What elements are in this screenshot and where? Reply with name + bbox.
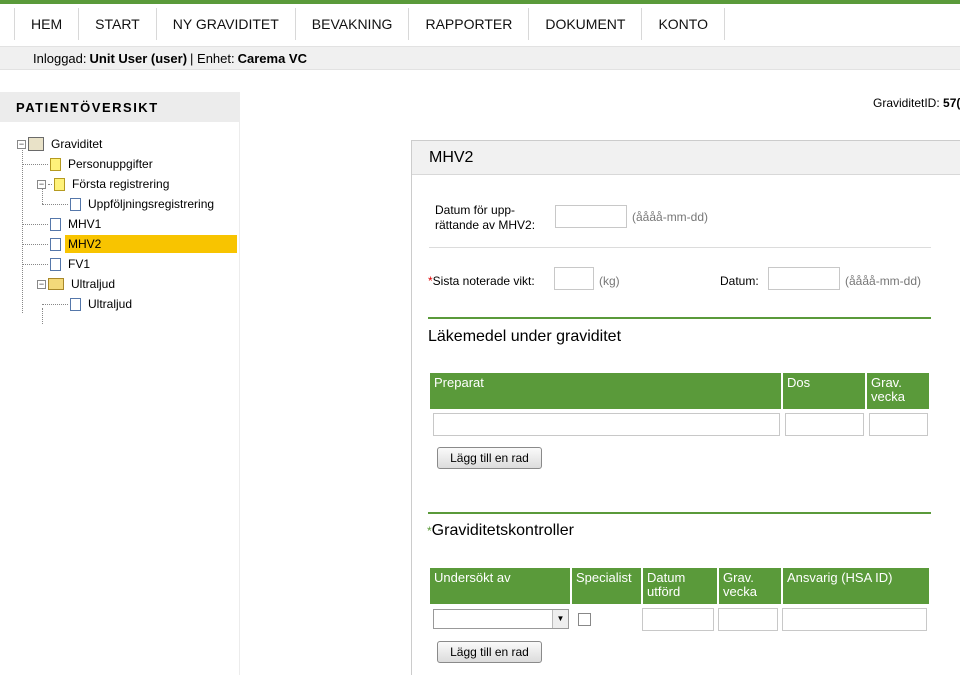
nav-item-konto[interactable]: KONTO [642,8,725,40]
grav-vecka-input[interactable] [869,413,928,436]
kontroller-title: *Graviditetskontroller [427,522,574,540]
datum-utford-input[interactable] [642,608,714,631]
document-icon [50,157,61,171]
document-icon [54,177,65,191]
col-specialist: Specialist [572,568,641,604]
tree-connector [42,303,68,305]
tree-item-graviditet[interactable]: − Graviditet [17,134,105,154]
top-navigation-bar: HEM START NY GRAVIDITET BEVAKNING RAPPOR… [0,0,960,40]
datum-label-line-1: Datum för upp- [435,203,516,217]
login-prefix: Inloggad: [33,50,87,66]
col-preparat: Preparat [430,373,781,409]
tree-connector [22,263,48,265]
preparat-input[interactable] [433,413,780,436]
vikt-label-text: Sista noterade vikt: [432,274,535,288]
datum-format-hint: (åååå-mm-dd) [632,210,709,224]
datum-label: Datum: [720,274,759,288]
add-row-button[interactable]: Lägg till en rad [437,447,542,469]
tree-label: Personuppgifter [68,157,153,171]
undersokt-av-select[interactable]: ▼ [433,609,569,629]
collapse-icon[interactable]: − [37,279,46,289]
tree-item-personuppgifter[interactable]: Personuppgifter [22,154,156,174]
tree-item-uppfoljningsregistrering[interactable]: Uppföljningsregistrering [42,194,217,214]
folder-icon [48,278,64,290]
kontroll-grav-vecka-input[interactable] [718,608,778,631]
tree-label: FV1 [68,257,91,271]
login-info-bar: Inloggad: Unit User (user) | Enhet: Care… [0,46,960,70]
tree-label: MHV2 [65,235,237,253]
divider [429,247,931,248]
tree-connector [22,223,48,225]
datum-upprattande-label: Datum för upp- rättande av MHV2: [435,203,535,233]
patient-tree: − Graviditet Personuppgifter − Första re… [0,122,240,675]
col-ansvarig: Ansvarig (HSA ID) [783,568,929,604]
nav-item-bevakning[interactable]: BEVAKNING [296,8,410,40]
tree-item-mhv2[interactable]: MHV2 [22,234,237,254]
collapse-icon[interactable]: − [37,179,46,189]
kontroller-title-text: Graviditetskontroller [431,522,574,539]
mhv2-form-panel: MHV2 Datum för upp- rättande av MHV2: (å… [411,140,960,675]
graviditet-id-value: 57( [943,96,960,110]
document-icon [50,237,61,251]
nav-item-start[interactable]: START [79,8,157,40]
panel-title: MHV2 [412,141,960,175]
tree-item-ultraljud[interactable]: Ultraljud [42,294,135,314]
col-undersokt-av: Undersökt av [430,568,570,604]
tree-label: Ultraljud [71,277,116,291]
tree-label: Uppföljningsregistrering [88,197,215,211]
tree-item-ultraljud-folder[interactable]: − Ultraljud [37,274,118,294]
tree-item-mhv1[interactable]: MHV1 [22,214,104,234]
graviditet-id-label: GraviditetID: [873,96,940,110]
col-grav-vecka: Grav. vecka [867,373,929,409]
lakemedel-title: Läkemedel under graviditet [428,328,622,345]
login-user: Unit User (user) [89,50,188,66]
section-divider [428,317,931,319]
tree-connector [48,183,52,185]
document-icon [50,257,61,271]
tree-label: Graviditet [51,137,103,151]
ansvarig-hsa-input[interactable] [782,608,927,631]
kg-hint: (kg) [599,274,620,288]
col-datum-utford: Datum utförd [643,568,717,604]
tree-item-forsta-registrering[interactable]: − Första registrering [37,174,172,194]
tree-item-fv1[interactable]: FV1 [22,254,93,274]
sidebar-title: PATIENTÖVERSIKT [0,92,240,122]
graviditet-id: GraviditetID: 57( [873,96,960,110]
login-unit: Carema VC [237,50,307,66]
vikt-label: *Sista noterade vikt: [428,274,535,288]
tree-connector [22,243,48,245]
datum-format-hint: (åååå-mm-dd) [845,274,922,288]
nav-item-ny-graviditet[interactable]: NY GRAVIDITET [157,8,296,40]
tree-label: MHV1 [68,217,102,231]
login-unit-prefix: | Enhet: [190,50,235,66]
document-icon [50,217,61,231]
patient-overview-sidebar: PATIENTÖVERSIKT − Graviditet Personuppgi… [0,92,240,675]
dos-input[interactable] [785,413,864,436]
book-icon [28,137,44,151]
main-nav: HEM START NY GRAVIDITET BEVAKNING RAPPOR… [14,8,725,40]
datum-upprattande-input[interactable] [555,205,627,228]
add-row-button[interactable]: Lägg till en rad [437,641,542,663]
document-icon [70,297,81,311]
nav-item-dokument[interactable]: DOKUMENT [529,8,643,40]
chevron-down-icon[interactable]: ▼ [552,610,568,628]
tree-label: Ultraljud [88,297,133,311]
specialist-checkbox[interactable] [578,613,591,626]
col-grav-vecka: Grav. vecka [719,568,781,604]
tree-connector [22,163,48,165]
tree-connector [42,203,68,205]
nav-item-hem[interactable]: HEM [14,8,80,40]
document-icon [70,197,81,211]
vikt-datum-input[interactable] [768,267,840,290]
nav-item-rapporter[interactable]: RAPPORTER [409,8,530,40]
collapse-icon[interactable]: − [17,139,26,149]
section-divider [428,512,931,514]
tree-label: Första registrering [72,177,170,191]
datum-label-line-2: rättande av MHV2: [435,218,536,232]
vikt-input[interactable] [554,267,594,290]
col-dos: Dos [783,373,865,409]
